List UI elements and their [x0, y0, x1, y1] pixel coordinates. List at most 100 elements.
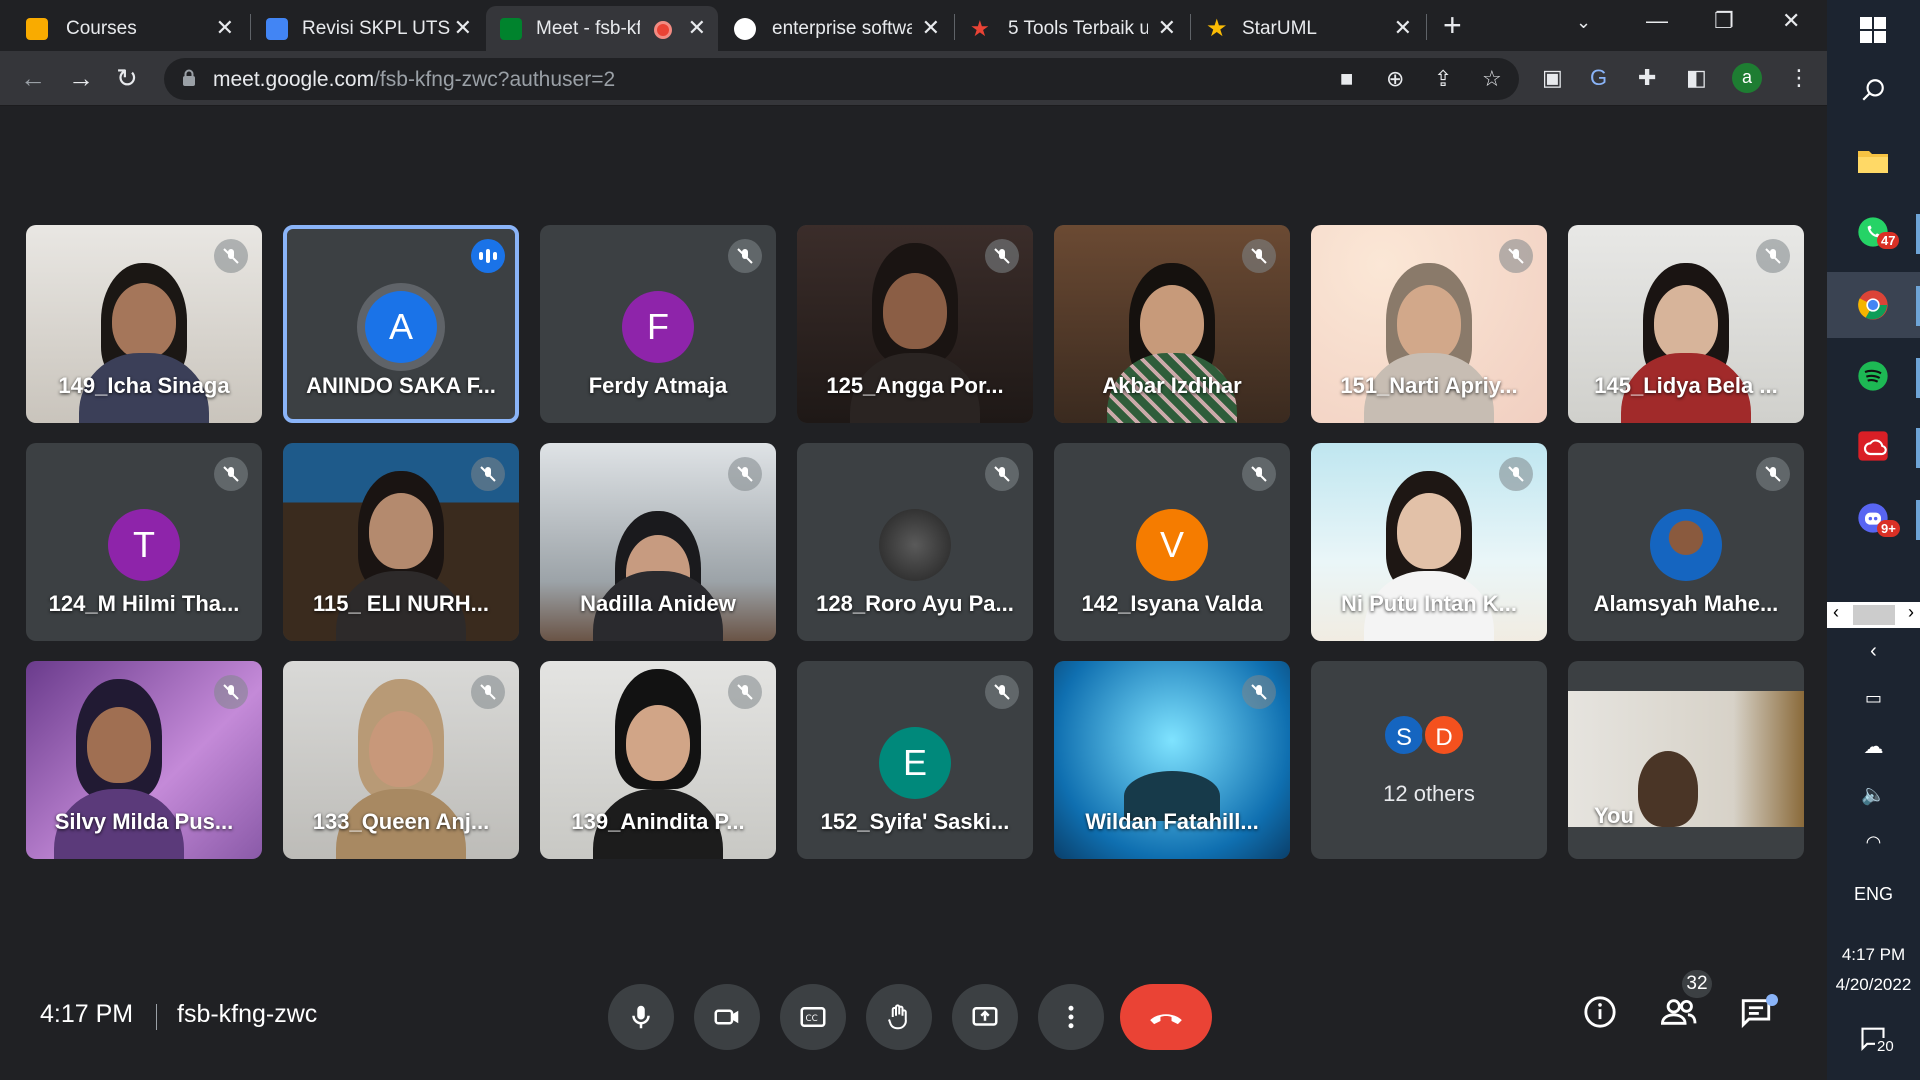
network-icon[interactable]: ◠ — [1827, 832, 1920, 853]
address-bar[interactable]: meet.google.com/fsb-kfng-zwc?authuser=2 … — [164, 58, 1519, 100]
hang-up-icon — [1150, 1014, 1182, 1025]
close-tab-icon[interactable]: ✕ — [1394, 15, 1412, 41]
media-control-icon[interactable]: ▣ — [1542, 65, 1563, 91]
tab-title: 5 Tools Terbaik u — [1008, 18, 1148, 39]
lock-icon — [183, 69, 195, 86]
people-button[interactable] — [1658, 992, 1698, 1032]
participant-tile[interactable]: V 142_Isyana Valda — [1054, 443, 1290, 641]
participant-tile[interactable]: 145_Lidya Bela ... — [1568, 225, 1804, 423]
self-view-tile[interactable]: You — [1568, 661, 1804, 859]
captions-icon: CC — [800, 1007, 826, 1027]
participant-name: ANINDO SAKA F... — [306, 373, 496, 398]
participant-tile[interactable]: Ni Putu Intan K... — [1311, 443, 1547, 641]
tab-courses[interactable]: Courses ✕ — [0, 6, 246, 51]
share-icon[interactable]: ⇪ — [1434, 66, 1452, 92]
tab-enterprise-software[interactable]: enterprise softwa ✕ — [720, 6, 952, 51]
tab-staruml[interactable]: ★ StarUML ✕ — [1192, 6, 1424, 51]
spotify-icon[interactable] — [1853, 356, 1893, 396]
forward-icon[interactable]: → — [68, 63, 94, 94]
creative-cloud-icon[interactable] — [1853, 426, 1893, 466]
onedrive-icon[interactable]: ☁ — [1827, 734, 1920, 759]
tab-search-icon[interactable]: ⌄ — [1576, 12, 1591, 33]
mic-off-icon — [471, 675, 505, 709]
new-tab-icon[interactable]: + — [1443, 7, 1462, 44]
close-tab-icon[interactable]: ✕ — [1158, 15, 1176, 41]
participant-tile[interactable]: 133_Queen Anj... — [283, 661, 519, 859]
participant-tile[interactable]: 128_Roro Ayu Pa... — [797, 443, 1033, 641]
reload-icon[interactable]: ↻ — [116, 63, 138, 94]
participant-avatar: V — [1136, 509, 1208, 581]
participant-tile[interactable]: 115_ ELI NURH... — [283, 443, 519, 641]
close-tab-icon[interactable]: ✕ — [216, 15, 234, 41]
raise-hand-button[interactable] — [866, 984, 932, 1050]
google-translate-icon[interactable]: G — [1590, 65, 1607, 91]
participant-tile[interactable]: T 124_M Hilmi Tha... — [26, 443, 262, 641]
mic-off-icon — [1242, 457, 1276, 491]
battery-icon[interactable]: ▭ — [1827, 688, 1920, 709]
present-screen-button[interactable] — [952, 984, 1018, 1050]
participant-tile[interactable]: 151_Narti Apriy... — [1311, 225, 1547, 423]
participant-name: Nadilla Anidew — [580, 591, 736, 616]
others-count-label: 12 others — [1383, 781, 1475, 806]
windows-taskbar: 47 9+ ‹ › ‹ ▭ ☁ 🔈 ◠ ENG 4:17 PM 4/20/202… — [1827, 0, 1920, 1080]
participant-tile[interactable]: A ANINDO SAKA F... — [283, 225, 519, 423]
raise-hand-icon — [888, 1004, 907, 1030]
meeting-details-button[interactable] — [1580, 992, 1620, 1032]
extensions-icon[interactable]: ✚ — [1638, 65, 1656, 91]
participant-photo — [1650, 509, 1722, 581]
minimize-icon[interactable]: — — [1646, 8, 1668, 34]
leave-call-button[interactable] — [1120, 984, 1212, 1050]
info-icon — [1584, 996, 1616, 1028]
scroll-left-icon[interactable]: ‹ — [1833, 602, 1839, 623]
participant-name: 115_ ELI NURH... — [312, 591, 490, 616]
file-explorer-icon[interactable] — [1853, 140, 1893, 180]
others-tile[interactable]: S D 12 others — [1311, 661, 1547, 859]
show-hidden-icons-icon[interactable]: ‹ — [1827, 640, 1920, 663]
participant-tile[interactable]: Silvy Milda Pus... — [26, 661, 262, 859]
close-tab-icon[interactable]: ✕ — [688, 15, 706, 41]
camera-icon — [714, 1009, 739, 1025]
notifications-count: 20 — [1875, 1038, 1896, 1055]
participant-tile[interactable]: 149_Icha Sinaga — [26, 225, 262, 423]
participant-tile[interactable]: F Ferdy Atmaja — [540, 225, 776, 423]
microphone-button[interactable] — [608, 984, 674, 1050]
restore-icon[interactable]: ❐ — [1714, 8, 1734, 34]
close-tab-icon[interactable]: ✕ — [454, 15, 472, 41]
participant-tile[interactable]: E 152_Syifa' Saski... — [797, 661, 1033, 859]
participant-tile[interactable]: 139_Anindita P... — [540, 661, 776, 859]
participant-name: 149_Icha Sinaga — [58, 373, 230, 398]
windows-start-icon[interactable] — [1853, 10, 1893, 50]
back-icon[interactable]: ← — [20, 63, 46, 94]
close-tab-icon[interactable]: ✕ — [922, 15, 940, 41]
profile-avatar[interactable]: a — [1732, 63, 1762, 93]
tab-5-tools[interactable]: ★ 5 Tools Terbaik u ✕ — [956, 6, 1188, 51]
participant-tile[interactable]: Akbar Izdihar — [1054, 225, 1290, 423]
taskbar-scroll-control[interactable]: ‹ › — [1827, 602, 1920, 628]
camera-in-use-icon[interactable]: ■ — [1340, 66, 1353, 92]
mic-off-icon — [471, 457, 505, 491]
browser-menu-icon[interactable]: ⋮ — [1788, 65, 1810, 91]
participant-tile[interactable]: Nadilla Anidew — [540, 443, 776, 641]
close-window-icon[interactable]: ✕ — [1782, 8, 1800, 34]
clock-date: 4/20/2022 — [1835, 975, 1912, 994]
volume-icon[interactable]: 🔈 — [1827, 782, 1920, 807]
bookmark-star-icon[interactable]: ☆ — [1482, 66, 1502, 92]
tab-revisi-skpl[interactable]: Revisi SKPL UTS ✕ — [252, 6, 484, 51]
participant-tile[interactable]: Alamsyah Mahe... — [1568, 443, 1804, 641]
mic-off-icon — [1499, 457, 1533, 491]
meeting-code: fsb-kfng-zwc — [177, 1000, 318, 1028]
participant-tile[interactable]: Wildan Fatahill... — [1054, 661, 1290, 859]
zoom-icon[interactable]: ⊕ — [1386, 66, 1404, 92]
tab-meet[interactable]: Meet - fsb-kf ✕ — [486, 6, 718, 51]
side-panel-icon[interactable]: ◧ — [1686, 65, 1707, 91]
scroll-right-icon[interactable]: › — [1908, 602, 1914, 623]
chrome-icon[interactable] — [1853, 285, 1893, 325]
system-clock[interactable]: 4:17 PM 4/20/2022 — [1827, 940, 1920, 1000]
input-language[interactable]: ENG — [1827, 884, 1920, 905]
participant-tile[interactable]: 125_Angga Por... — [797, 225, 1033, 423]
participant-name: 139_Anindita P... — [571, 809, 745, 834]
camera-button[interactable] — [694, 984, 760, 1050]
more-options-button[interactable] — [1038, 984, 1104, 1050]
captions-button[interactable]: CC — [780, 984, 846, 1050]
search-icon[interactable] — [1853, 70, 1893, 110]
